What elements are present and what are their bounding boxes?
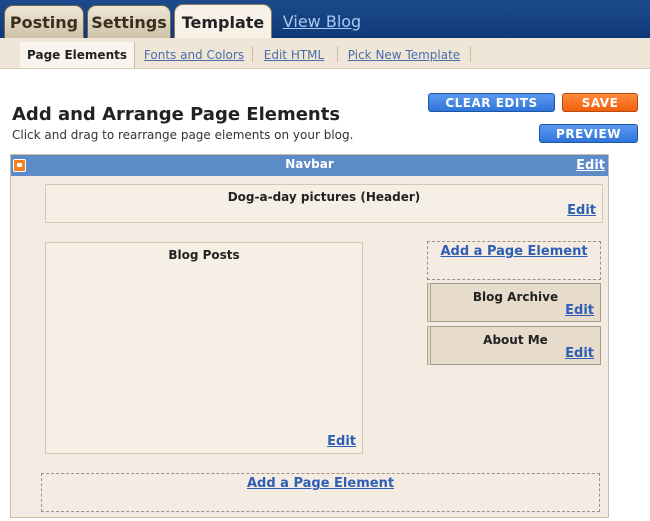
sidebar-add-page-element-link[interactable]: Add a Page Element — [428, 244, 600, 259]
header-element[interactable]: Dog-a-day pictures (Header) Edit — [45, 184, 603, 223]
blog-posts-element[interactable]: Blog Posts Edit — [45, 242, 363, 454]
tab-template[interactable]: Template — [174, 4, 272, 39]
footer-add-page-element-link[interactable]: Add a Page Element — [42, 476, 599, 491]
tab-settings-label: Settings — [91, 12, 167, 32]
about-me-element[interactable]: About Me Edit — [427, 326, 601, 365]
footer-add-area: Add a Page Element — [41, 473, 600, 512]
about-me-edit-link[interactable]: Edit — [565, 346, 594, 361]
tab-posting[interactable]: Posting — [4, 5, 84, 38]
blog-archive-title: Blog Archive — [472, 290, 559, 304]
tab-template-label: Template — [181, 12, 265, 32]
preview-button[interactable]: PREVIEW — [539, 124, 638, 143]
tab-view-blog-label: View Blog — [282, 12, 362, 31]
subtab-divider — [252, 46, 253, 62]
subtab-divider — [470, 46, 471, 62]
subtab-fonts-and-colors-label: Fonts and Colors — [143, 48, 245, 62]
navbar-element[interactable]: Navbar Edit — [11, 155, 608, 176]
header-edit-link[interactable]: Edit — [567, 203, 596, 218]
about-me-title: About Me — [483, 333, 548, 347]
page-subtitle: Click and drag to rearrange page element… — [12, 128, 354, 142]
layout-editor: Navbar Edit Dog-a-day pictures (Header) … — [10, 154, 609, 518]
clear-edits-button[interactable]: CLEAR EDITS — [428, 93, 555, 112]
page-title: Add and Arrange Page Elements — [12, 104, 341, 125]
top-tab-bar: Posting Settings Template View Blog — [0, 0, 650, 39]
header-title: Dog-a-day pictures (Header) — [227, 190, 421, 204]
blog-posts-title: Blog Posts — [168, 248, 240, 262]
navbar-label: Navbar — [285, 157, 334, 171]
tab-posting-label: Posting — [9, 12, 79, 32]
subtab-divider — [337, 46, 338, 62]
sub-tab-bar: Page Elements Fonts and Colors Edit HTML… — [0, 38, 650, 69]
save-label: SAVE — [581, 95, 619, 110]
tab-settings[interactable]: Settings — [87, 5, 171, 38]
preview-label: PREVIEW — [556, 126, 621, 141]
blog-posts-edit-link[interactable]: Edit — [327, 434, 356, 449]
save-button[interactable]: SAVE — [562, 93, 638, 112]
tab-view-blog[interactable]: View Blog — [280, 5, 364, 38]
subtab-pick-new-template[interactable]: Pick New Template — [340, 42, 468, 68]
subtab-fonts-and-colors[interactable]: Fonts and Colors — [138, 42, 250, 68]
blog-archive-element[interactable]: Blog Archive Edit — [427, 283, 601, 322]
navbar-edit-link[interactable]: Edit — [576, 158, 605, 173]
subtab-page-elements[interactable]: Page Elements — [20, 42, 135, 68]
subtab-page-elements-label: Page Elements — [27, 48, 127, 62]
subtab-edit-html[interactable]: Edit HTML — [254, 42, 334, 68]
subtab-edit-html-label: Edit HTML — [263, 48, 325, 62]
clear-edits-label: CLEAR EDITS — [445, 95, 538, 110]
subtab-pick-new-template-label: Pick New Template — [347, 48, 461, 62]
sidebar-add-area: Add a Page Element — [427, 241, 601, 280]
blog-archive-edit-link[interactable]: Edit — [565, 303, 594, 318]
